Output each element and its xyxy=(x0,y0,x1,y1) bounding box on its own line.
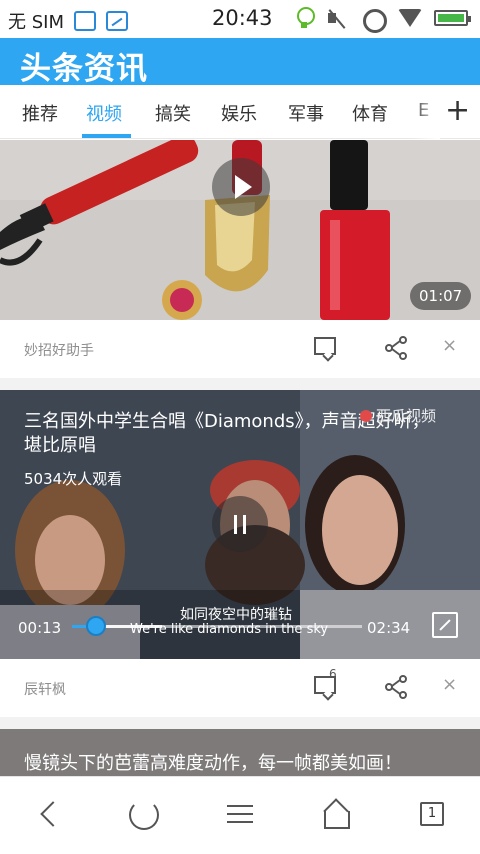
tab-video[interactable]: 视频 xyxy=(86,100,122,126)
image-notification-icon xyxy=(106,11,128,31)
status-bar: 无 SIM 20:43 xyxy=(0,0,480,38)
home-icon[interactable] xyxy=(322,799,352,829)
bulb-icon xyxy=(296,7,315,29)
comment-count: 6 xyxy=(329,667,337,681)
alarm-icon xyxy=(362,7,387,33)
video-player-2[interactable]: 三名国外中学生合唱《Diamonds》，声音超好听，堪比原唱 5034次人观看 … xyxy=(0,390,480,659)
category-tabs: 推荐 视频 搞笑 娱乐 军事 体育 E + xyxy=(0,85,480,139)
tab-entertainment[interactable]: 娱乐 xyxy=(221,100,257,126)
video-title[interactable]: 慢镜头下的芭蕾高难度动作，每一帧都美如画！ xyxy=(24,749,402,775)
app-title: 头条资讯 xyxy=(20,51,148,87)
play-icon[interactable] xyxy=(212,158,270,216)
tab-recommend[interactable]: 推荐 xyxy=(22,100,58,126)
wifi-icon xyxy=(398,7,422,29)
battery-icon xyxy=(434,10,471,26)
buffered-bar xyxy=(96,625,162,628)
app-header: 头条资讯 xyxy=(0,38,480,87)
video-thumbnail-1[interactable] xyxy=(0,140,480,320)
divider xyxy=(0,717,480,729)
tab-sports[interactable]: 体育 xyxy=(352,100,388,126)
total-time: 02:34 xyxy=(367,619,411,637)
back-icon[interactable] xyxy=(36,799,66,829)
app-notification-icon xyxy=(74,11,96,31)
carrier-label: 无 SIM xyxy=(8,12,64,33)
source-label[interactable]: 辰轩枫 xyxy=(24,679,66,699)
tab-funny[interactable]: 搞笑 xyxy=(155,100,191,126)
fullscreen-icon[interactable] xyxy=(432,612,458,638)
video-duration-badge: 01:07 xyxy=(410,282,472,310)
subtitle-chinese: 如同夜空中的璀钻 xyxy=(180,607,292,623)
dismiss-icon[interactable]: × xyxy=(442,335,457,356)
share-icon[interactable] xyxy=(384,336,408,360)
dismiss-icon[interactable]: × xyxy=(442,674,457,695)
current-time: 00:13 xyxy=(18,619,62,637)
active-tab-indicator xyxy=(82,134,131,138)
tabs-fade xyxy=(412,85,440,139)
tab-military[interactable]: 军事 xyxy=(288,100,324,126)
status-right xyxy=(296,7,471,33)
comment-icon[interactable] xyxy=(314,337,336,355)
bottom-nav: 1 xyxy=(0,776,480,854)
video-meta-1: 妙招好助手 × xyxy=(0,320,480,378)
source-label[interactable]: 妙招好助手 xyxy=(24,340,94,360)
brand-watermark: 西瓜视频 xyxy=(360,405,436,426)
add-channel-button[interactable]: + xyxy=(445,93,470,128)
clock-time: 20:43 xyxy=(212,6,273,30)
menu-icon[interactable] xyxy=(226,799,256,829)
video-thumbnail-3[interactable]: 慢镜头下的芭蕾高难度动作，每一帧都美如画！ xyxy=(0,729,480,776)
status-left: 无 SIM xyxy=(8,8,128,34)
view-count: 5034次人观看 xyxy=(24,470,123,488)
share-icon[interactable] xyxy=(384,675,408,699)
pause-icon[interactable] xyxy=(212,496,268,552)
divider xyxy=(0,378,480,390)
mute-icon xyxy=(326,7,348,29)
video-meta-2: 辰轩枫 6 × xyxy=(0,659,480,717)
refresh-icon[interactable] xyxy=(128,799,159,830)
tabs-count-button[interactable]: 1 xyxy=(420,802,444,826)
